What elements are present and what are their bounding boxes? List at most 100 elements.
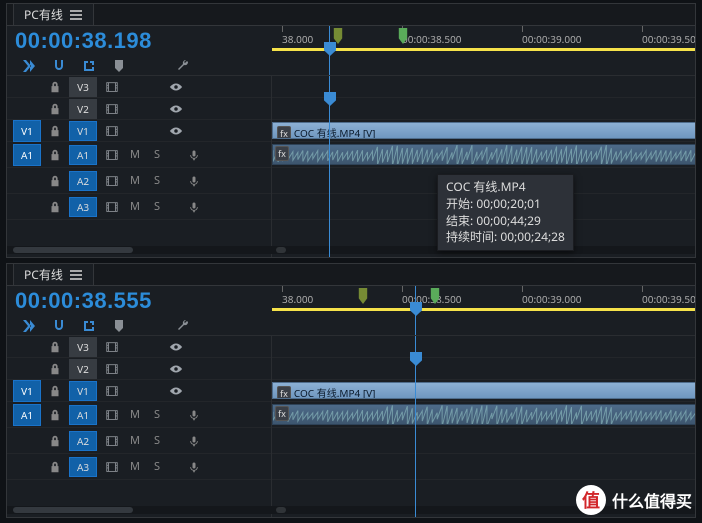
track-output-icon[interactable] — [103, 100, 121, 118]
track-output-icon[interactable] — [103, 198, 121, 216]
snap-icon[interactable] — [21, 318, 37, 334]
work-area-bar[interactable] — [272, 308, 695, 311]
solo-button[interactable]: S — [149, 407, 165, 422]
track-output-icon[interactable] — [103, 78, 121, 96]
lock-icon[interactable] — [47, 339, 63, 355]
mute-button[interactable]: M — [127, 407, 143, 422]
track-output-icon[interactable] — [103, 146, 121, 164]
track-output-icon[interactable] — [103, 338, 121, 356]
current-timecode[interactable]: 00:00:38.198 — [15, 28, 272, 54]
track-target[interactable]: A3 — [69, 457, 97, 477]
track-output-icon[interactable] — [103, 406, 121, 424]
settings-icon[interactable] — [175, 318, 191, 334]
playhead[interactable] — [329, 76, 330, 257]
track-output-icon[interactable] — [103, 122, 121, 140]
mute-button[interactable]: M — [127, 147, 143, 162]
lock-icon[interactable] — [47, 79, 63, 95]
voiceover-mic-icon[interactable] — [185, 432, 203, 450]
source-patch[interactable]: A1 — [13, 404, 41, 426]
playhead[interactable] — [329, 26, 330, 75]
track-target[interactable]: V1 — [69, 121, 97, 141]
time-ruler[interactable]: 38.00000:00:38.50000:00:39.00000:00:39.5… — [272, 286, 695, 310]
voiceover-mic-icon[interactable] — [185, 146, 203, 164]
settings-icon[interactable] — [175, 58, 191, 74]
video-clip[interactable]: fxCOC 有线.MP4 [V] — [272, 382, 695, 399]
audio-clip[interactable]: fx — [272, 144, 695, 165]
linked-selection-icon[interactable] — [81, 318, 97, 334]
lock-icon[interactable] — [47, 383, 63, 399]
solo-button[interactable]: S — [149, 199, 165, 214]
mute-button[interactable]: M — [127, 433, 143, 448]
video-track[interactable]: fxCOC 有线.MP4 [V] — [272, 380, 695, 402]
eye-icon[interactable] — [167, 382, 185, 400]
magnet-icon[interactable] — [51, 318, 67, 334]
video-track[interactable]: fxCOC 有线.MP4 [V] — [272, 120, 695, 142]
marker-icon[interactable] — [111, 58, 127, 74]
track-target[interactable]: A1 — [69, 145, 97, 165]
audio-track[interactable]: fx — [272, 142, 695, 168]
lock-icon[interactable] — [47, 101, 63, 117]
sequence-tab[interactable]: PC有线 — [13, 263, 94, 285]
fx-badge-icon[interactable]: fx — [275, 146, 289, 161]
track-target[interactable]: V2 — [69, 359, 97, 379]
solo-button[interactable]: S — [149, 147, 165, 162]
playhead[interactable] — [415, 336, 416, 517]
eye-icon[interactable] — [167, 78, 185, 96]
video-track[interactable] — [272, 98, 695, 120]
current-timecode[interactable]: 00:00:38.555 — [15, 288, 272, 314]
eye-icon[interactable] — [167, 360, 185, 378]
mute-button[interactable]: M — [127, 173, 143, 188]
video-track[interactable] — [272, 336, 695, 358]
snap-icon[interactable] — [21, 58, 37, 74]
track-output-icon[interactable] — [103, 432, 121, 450]
track-output-icon[interactable] — [103, 382, 121, 400]
audio-track[interactable] — [272, 454, 695, 480]
track-target[interactable]: V1 — [69, 381, 97, 401]
source-patch[interactable] — [13, 456, 41, 478]
lock-icon[interactable] — [47, 433, 63, 449]
marker-icon[interactable] — [111, 318, 127, 334]
playhead[interactable] — [415, 286, 416, 335]
fx-badge-icon[interactable]: fx — [277, 386, 291, 399]
track-target[interactable]: V2 — [69, 99, 97, 119]
eye-icon[interactable] — [167, 338, 185, 356]
linked-selection-icon[interactable] — [81, 58, 97, 74]
mute-button[interactable]: M — [127, 459, 143, 474]
lock-icon[interactable] — [47, 199, 63, 215]
track-target[interactable]: A2 — [69, 431, 97, 451]
source-patch[interactable] — [13, 170, 41, 192]
eye-icon[interactable] — [167, 100, 185, 118]
lock-icon[interactable] — [47, 173, 63, 189]
eye-icon[interactable] — [167, 122, 185, 140]
zoom-scrollbar[interactable] — [7, 246, 272, 254]
magnet-icon[interactable] — [51, 58, 67, 74]
mute-button[interactable]: M — [127, 199, 143, 214]
track-target[interactable]: A2 — [69, 171, 97, 191]
track-target[interactable]: V3 — [69, 337, 97, 357]
lock-icon[interactable] — [47, 407, 63, 423]
track-target[interactable]: A1 — [69, 405, 97, 425]
timeline-marker-icon[interactable] — [357, 288, 369, 304]
source-patch[interactable] — [13, 430, 41, 452]
solo-button[interactable]: S — [149, 433, 165, 448]
track-target[interactable]: V3 — [69, 77, 97, 97]
video-track[interactable] — [272, 358, 695, 380]
solo-button[interactable]: S — [149, 173, 165, 188]
fx-badge-icon[interactable]: fx — [275, 406, 289, 421]
lock-icon[interactable] — [47, 123, 63, 139]
voiceover-mic-icon[interactable] — [185, 198, 203, 216]
fx-badge-icon[interactable]: fx — [277, 126, 291, 139]
voiceover-mic-icon[interactable] — [185, 458, 203, 476]
lock-icon[interactable] — [47, 361, 63, 377]
track-target[interactable]: A3 — [69, 197, 97, 217]
audio-clip[interactable]: fx — [272, 404, 695, 425]
source-patch[interactable]: A1 — [13, 144, 41, 166]
solo-button[interactable]: S — [149, 459, 165, 474]
panel-menu-icon[interactable] — [69, 270, 83, 280]
voiceover-mic-icon[interactable] — [185, 172, 203, 190]
lock-icon[interactable] — [47, 147, 63, 163]
audio-track[interactable] — [272, 428, 695, 454]
source-patch[interactable] — [13, 76, 41, 98]
sequence-tab[interactable]: PC有线 — [13, 3, 94, 25]
lock-icon[interactable] — [47, 459, 63, 475]
